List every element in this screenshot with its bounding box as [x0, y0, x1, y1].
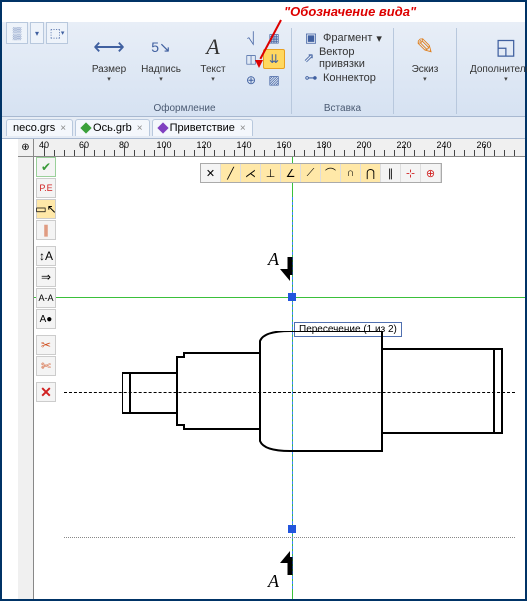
fragment-label: Фрагмент: [323, 32, 372, 44]
close-icon[interactable]: ×: [137, 123, 143, 134]
ftool-3[interactable]: ⋌: [241, 164, 261, 182]
sketch-label: Эскиз: [412, 64, 439, 75]
close-icon[interactable]: ×: [60, 123, 66, 134]
vector-button[interactable]: ⇗ Вектор привязки: [298, 48, 387, 68]
tab-label: Приветствие: [170, 122, 235, 134]
ribbon: ⟷ Размер ▾ 5↘ Надпись ▾ A Текст ▾ ⎷ ▦ ◫ …: [2, 22, 525, 117]
doc-tab-welcome[interactable]: Приветствие ×: [152, 119, 253, 136]
qat-extra-button[interactable]: ⬚▾: [46, 22, 68, 44]
quick-access-toolbar: ▒ ▾ ⬚▾: [6, 22, 68, 44]
canvas-area: ⊕ 406080100120140160180200220240260 ✔ P.…: [2, 139, 525, 599]
view-designation-button[interactable]: ⇊: [263, 49, 285, 69]
fragment-button[interactable]: ▣ Фрагмент ▾: [298, 28, 387, 48]
vector-label: Вектор привязки: [319, 46, 382, 70]
callout-annotation: "Обозначение вида": [284, 4, 416, 19]
separator: [36, 330, 56, 334]
mechanical-part: [122, 331, 522, 461]
section-arrow-top: [278, 255, 302, 283]
tool-cut[interactable]: ✂: [36, 335, 56, 355]
tool-aa[interactable]: A-A: [36, 288, 56, 308]
separator: [36, 377, 56, 381]
vertical-ruler: [18, 157, 34, 599]
ftool-12[interactable]: ⊕: [421, 164, 441, 182]
text-icon: A: [197, 31, 229, 63]
diamond-icon: [80, 122, 91, 133]
ruler-corner[interactable]: ⊕: [18, 139, 34, 157]
callout-arrow: [255, 60, 263, 68]
tab-label: neco.grs: [13, 122, 55, 134]
inscription-label: Надпись: [141, 64, 181, 75]
document-tabbar: neco.grs × Ось.grb × Приветствие ×: [2, 117, 525, 139]
group-label-vstavka: Вставка: [324, 103, 361, 114]
close-icon[interactable]: ×: [240, 123, 246, 134]
inscription-button[interactable]: 5↘ Надпись ▾: [136, 28, 186, 86]
text-label: Текст: [200, 64, 225, 75]
ftool-8[interactable]: ∩: [341, 164, 361, 182]
qat-hatch-dropdown[interactable]: ▾: [30, 22, 44, 44]
extra-label: Дополнительно: [470, 64, 527, 75]
dropdown-icon: ▾: [107, 75, 111, 83]
tool-adot[interactable]: A●: [36, 309, 56, 329]
dropdown-icon: ▾: [423, 75, 427, 83]
dropdown-icon: ▾: [376, 32, 382, 45]
floating-toolbar: ✕ ╱ ⋌ ⊥ ∠ ⟋ ⌒ ∩ ⋂ ∥ ⊹ ⊕: [200, 163, 442, 183]
tool-select[interactable]: ▭↖: [36, 199, 56, 219]
ribbon-group-sketch: ✎ Эскиз ▾: [394, 28, 457, 114]
ftool-6[interactable]: ⟋: [301, 164, 321, 182]
tool-arrow[interactable]: ⇒: [36, 267, 56, 287]
doc-tab-neco[interactable]: neco.grs ×: [6, 119, 73, 136]
ftool-7[interactable]: ⌒: [321, 164, 341, 182]
extra-button[interactable]: ◱ Дополнительно ▾: [463, 28, 527, 86]
connector-icon: ⊶: [303, 70, 319, 86]
tool-cut2[interactable]: ✄: [36, 356, 56, 376]
section-arrow-bottom: [278, 549, 302, 577]
dropdown-icon: ▾: [504, 75, 508, 83]
diamond-icon: [157, 122, 168, 133]
guide-horizontal: [64, 537, 515, 538]
crosshair-horizontal: [34, 297, 525, 298]
separator: [36, 241, 56, 245]
ftool-11[interactable]: ⊹: [401, 164, 421, 182]
qat-hatch-button[interactable]: ▒: [6, 22, 28, 44]
tool-vert[interactable]: ∥: [36, 220, 56, 240]
tab-label: Ось.grb: [93, 122, 132, 134]
cancel-button[interactable]: ✕: [36, 382, 56, 402]
ftool-1[interactable]: ✕: [201, 164, 221, 182]
connector-button[interactable]: ⊶ Коннектор: [298, 68, 387, 88]
sketch-button[interactable]: ✎ Эскиз ▾: [400, 28, 450, 86]
text-button[interactable]: A Текст ▾: [188, 28, 238, 86]
ftool-2[interactable]: ╱: [221, 164, 241, 182]
dropdown-icon: ▾: [211, 75, 215, 83]
snap-handle-top[interactable]: [288, 293, 296, 301]
doc-tab-os[interactable]: Ось.grb ×: [75, 119, 150, 136]
fragment-icon: ▣: [303, 30, 319, 46]
sketch-icon: ✎: [409, 31, 441, 63]
ftool-10[interactable]: ∥: [381, 164, 401, 182]
axis-button[interactable]: ⊕: [240, 70, 262, 90]
tool-a[interactable]: ↕A: [36, 246, 56, 266]
roughness-button[interactable]: ⎷: [240, 28, 262, 48]
horizontal-ruler: 406080100120140160180200220240260: [34, 139, 525, 157]
drawing-viewport[interactable]: Пересечение (1 из 2) A A: [34, 157, 525, 599]
fill-button[interactable]: ▨: [263, 70, 285, 90]
tool-pe[interactable]: P.E: [36, 178, 56, 198]
vector-icon: ⇗: [303, 50, 315, 66]
size-icon: ⟷: [93, 31, 125, 63]
ribbon-group-extra: ◱ Дополнительно ▾: [457, 28, 527, 114]
ok-button[interactable]: ✔: [36, 157, 56, 177]
left-toolbar: ✔ P.E ▭↖ ∥ ↕A ⇒ A-A A● ✂ ✄ ✕: [36, 157, 58, 402]
inscription-icon: 5↘: [145, 31, 177, 63]
extra-icon: ◱: [490, 31, 522, 63]
ftool-9[interactable]: ⋂: [361, 164, 381, 182]
snap-handle-bottom[interactable]: [288, 525, 296, 533]
ftool-4[interactable]: ⊥: [261, 164, 281, 182]
ftool-5[interactable]: ∠: [281, 164, 301, 182]
connector-label: Коннектор: [323, 72, 376, 84]
dropdown-icon: ▾: [159, 75, 163, 83]
ribbon-group-vstavka: ▣ Фрагмент ▾ ⇗ Вектор привязки ⊶ Коннект…: [292, 28, 394, 114]
size-label: Размер: [92, 64, 126, 75]
group-label-oformlenie: Оформление: [153, 103, 215, 114]
size-button[interactable]: ⟷ Размер ▾: [84, 28, 134, 86]
